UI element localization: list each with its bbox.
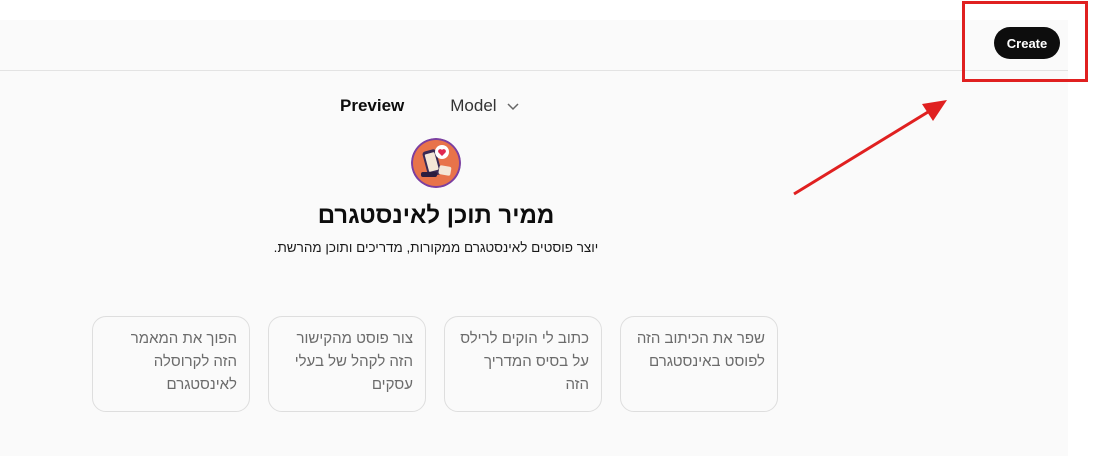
tab-preview[interactable]: Preview — [340, 96, 404, 116]
conversation-starter-4[interactable]: הפוך את המאמר הזה לקרוסלה לאינסטגרם — [92, 316, 250, 412]
gpt-name: ממיר תוכן לאינסטגרם — [317, 202, 555, 229]
conversation-starter-3[interactable]: צור פוסט מהקישור הזה לקהל של בעלי עסקים — [268, 316, 426, 412]
conversation-starter-1[interactable]: שפר את הכיתוב הזה לפוסט באינסטגרם — [620, 316, 778, 412]
gpt-avatar — [411, 138, 461, 188]
chevron-down-icon — [507, 96, 519, 116]
header-divider — [0, 70, 1068, 71]
tab-model[interactable]: Model — [450, 96, 519, 116]
conversation-starter-2[interactable]: כתוב לי הוקים לרילס על בסיס המדריך הזה — [444, 316, 602, 412]
annotation-highlight-box — [962, 1, 1088, 82]
tab-model-label: Model — [450, 96, 497, 115]
gpt-description: .יוצר פוסטים לאינסטגרם ממקורות, מדריכים … — [273, 240, 599, 255]
editor-tabs: Preview Model — [340, 96, 519, 116]
